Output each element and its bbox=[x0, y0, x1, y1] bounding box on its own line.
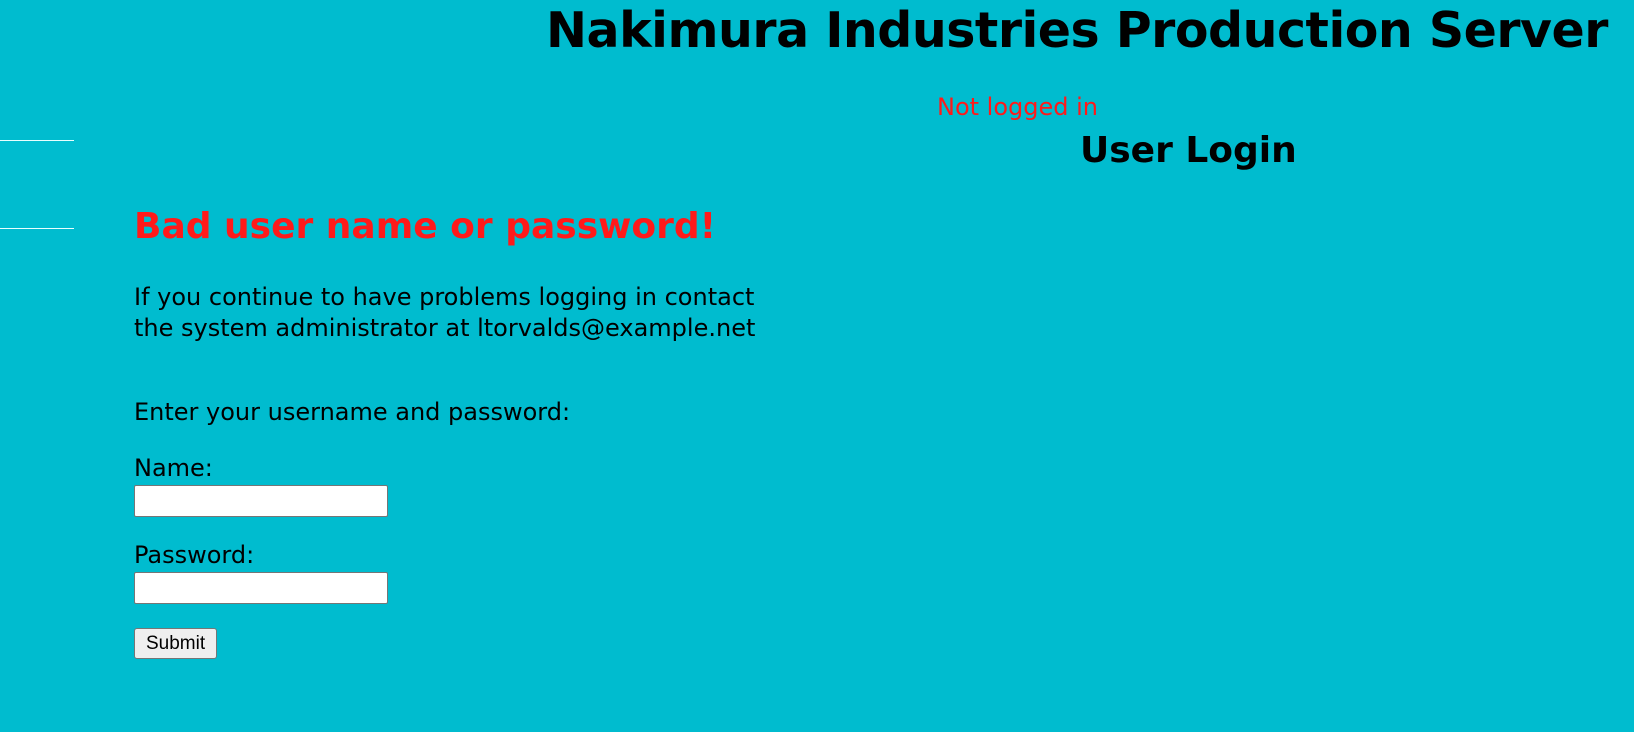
login-prompt: Enter your username and password: bbox=[134, 398, 571, 426]
submit-button[interactable]: Submit bbox=[134, 628, 218, 659]
error-message: Bad user name or password! bbox=[134, 206, 717, 247]
name-input[interactable] bbox=[134, 485, 388, 517]
name-label: Name: bbox=[134, 454, 213, 482]
password-label: Password: bbox=[134, 541, 255, 569]
site-title: Nakimura Industries Production Server bbox=[546, 2, 1608, 59]
divider-bottom bbox=[0, 228, 74, 229]
password-input[interactable] bbox=[134, 572, 388, 604]
login-heading: User Login bbox=[1080, 130, 1297, 171]
help-text: If you continue to have problems logging… bbox=[134, 283, 756, 342]
divider-top bbox=[0, 140, 74, 141]
login-status: Not logged in bbox=[937, 93, 1099, 121]
